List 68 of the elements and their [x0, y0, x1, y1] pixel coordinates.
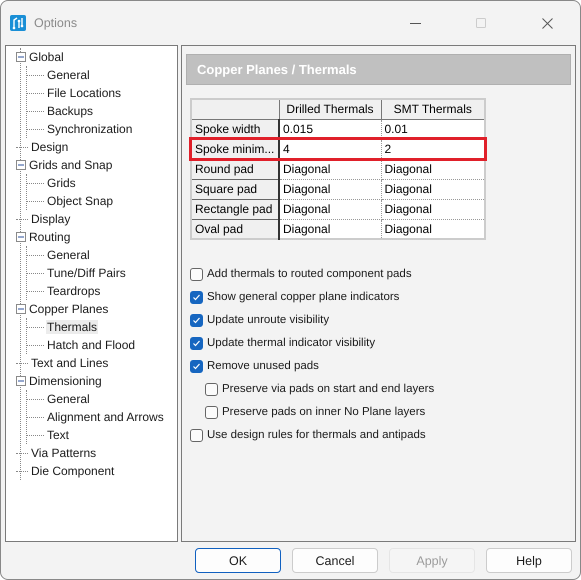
table-cell[interactable]: Diagonal: [279, 159, 381, 179]
tree-item[interactable]: Text: [46, 428, 70, 442]
collapse-icon[interactable]: [16, 160, 26, 170]
tree-item[interactable]: General: [46, 392, 91, 406]
tree-item[interactable]: Tune/Diff Pairs: [46, 266, 127, 280]
tree-item[interactable]: Text and Lines: [30, 356, 110, 370]
dialog-button[interactable]: Help: [486, 548, 572, 573]
checkbox-label: Update thermal indicator visibility: [207, 337, 376, 349]
checkbox-label: Use design rules for thermals and antipads: [207, 429, 426, 441]
tree-item[interactable]: Display: [30, 212, 72, 226]
check-icon: [192, 338, 201, 348]
dialog-button[interactable]: Cancel: [292, 548, 378, 573]
checkbox[interactable]: [190, 314, 203, 326]
checkbox-label: Preserve pads on inner No Plane layers: [222, 406, 426, 418]
checkbox[interactable]: [190, 268, 203, 280]
tree-item[interactable]: General: [46, 68, 91, 82]
tree-item[interactable]: Thermals: [46, 320, 98, 334]
tree-item[interactable]: Die Component: [30, 464, 116, 478]
tree-item[interactable]: Via Patterns: [30, 446, 98, 460]
checkbox-label: Show general copper plane indicators: [207, 291, 400, 303]
app-icon: [10, 15, 26, 31]
row-header: Spoke minim...: [191, 139, 279, 159]
table-cell[interactable]: Diagonal: [279, 179, 381, 199]
checkbox[interactable]: [205, 406, 218, 418]
checkbox-label: Preserve via pads on start and end layers: [222, 383, 434, 395]
tree-item[interactable]: Design: [30, 140, 70, 154]
collapse-icon[interactable]: [16, 52, 26, 62]
tree-item[interactable]: Routing: [28, 230, 72, 244]
tree-item[interactable]: Global: [28, 50, 65, 64]
checkbox-label: Add thermals to routed component pads: [207, 268, 412, 280]
tree-item[interactable]: Copper Planes: [28, 302, 110, 316]
row-header: Square pad: [191, 179, 279, 199]
collapse-icon[interactable]: [16, 304, 26, 314]
minimize-icon: [410, 22, 420, 24]
collapse-icon[interactable]: [16, 376, 26, 386]
check-icon: [192, 316, 201, 324]
column-header: SMT Thermals: [381, 99, 485, 119]
tree-item[interactable]: General: [46, 248, 91, 262]
checkbox[interactable]: [190, 360, 203, 372]
check-icon: [192, 292, 201, 302]
row-header: Rectangle pad: [191, 199, 279, 219]
checkbox[interactable]: [205, 382, 218, 396]
checkbox-label: Update unroute visibility: [207, 314, 330, 326]
page-header: Copper Planes / Thermals: [186, 54, 571, 85]
check-icon: [192, 362, 201, 370]
maximize-icon: [476, 18, 486, 28]
tree-item[interactable]: Alignment and Arrows: [46, 410, 165, 424]
tree-item[interactable]: Dimensioning: [28, 374, 103, 388]
window-title: Options: [34, 16, 78, 30]
tree-item[interactable]: Synchronization: [46, 122, 134, 136]
checkbox[interactable]: [190, 336, 203, 350]
tree-item[interactable]: Grids and Snap: [28, 158, 114, 172]
tree-item[interactable]: File Locations: [46, 86, 122, 100]
checkbox-label: Remove unused pads: [207, 360, 319, 372]
collapse-icon[interactable]: [16, 232, 26, 242]
dialog-button[interactable]: OK: [195, 548, 281, 573]
row-header: Round pad: [191, 159, 279, 179]
checkbox[interactable]: [190, 290, 203, 304]
table-cell[interactable]: Diagonal: [279, 199, 381, 219]
tree-item[interactable]: Backups: [46, 104, 94, 118]
close-icon: [542, 18, 552, 28]
tree-item[interactable]: Grids: [46, 176, 77, 190]
tree-item[interactable]: Teardrops: [46, 284, 102, 298]
checkbox[interactable]: [190, 428, 203, 442]
column-header: Drilled Thermals: [279, 99, 381, 119]
tree-item[interactable]: Object Snap: [46, 194, 114, 208]
tree-item[interactable]: Hatch and Flood: [46, 338, 136, 352]
row-header: Oval pad: [191, 219, 279, 239]
